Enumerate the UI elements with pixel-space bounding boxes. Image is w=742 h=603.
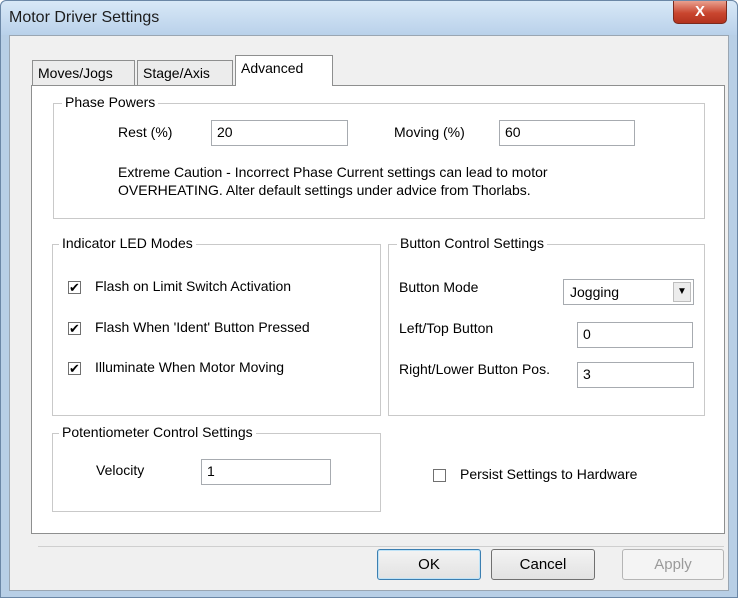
left-top-button-input[interactable]: 0: [577, 322, 693, 348]
flash-limit-checkbox[interactable]: ✔: [68, 281, 81, 294]
illuminate-moving-checkbox[interactable]: ✔: [68, 362, 81, 375]
window-title: Motor Driver Settings: [9, 9, 160, 26]
persist-settings-checkbox[interactable]: [433, 469, 446, 482]
apply-button[interactable]: Apply: [622, 549, 724, 580]
potentiometer-legend: Potentiometer Control Settings: [59, 424, 256, 440]
close-icon: X: [694, 3, 705, 20]
phase-powers-legend: Phase Powers: [62, 94, 159, 110]
illuminate-moving-label: Illuminate When Motor Moving: [95, 359, 285, 375]
tab-moves-jogs[interactable]: Moves/Jogs: [32, 60, 135, 85]
potentiometer-group: Potentiometer Control Settings Velocity …: [52, 424, 381, 512]
moving-input[interactable]: 60: [499, 120, 635, 146]
rest-label: Rest (%): [118, 124, 173, 140]
velocity-input[interactable]: 1: [201, 459, 331, 485]
right-lower-button-input[interactable]: 3: [577, 362, 694, 388]
indicator-led-legend: Indicator LED Modes: [59, 235, 196, 251]
velocity-label: Velocity: [96, 462, 145, 478]
tab-stage-axis[interactable]: Stage/Axis: [137, 60, 233, 85]
indicator-led-group: Indicator LED Modes ✔ Flash on Limit Swi…: [52, 235, 381, 416]
persist-settings-label: Persist Settings to Hardware: [460, 466, 638, 482]
button-separator: [38, 546, 724, 547]
dialog-window: Motor Driver Settings X Moves/Jogs Stage…: [0, 0, 738, 598]
button-control-legend: Button Control Settings: [397, 235, 547, 251]
close-button[interactable]: X: [673, 1, 727, 24]
flash-limit-label: Flash on Limit Switch Activation: [95, 278, 292, 294]
caution-text-line2: OVERHEATING. Alter default settings unde…: [118, 182, 531, 198]
caution-text-line1: Extreme Caution - Incorrect Phase Curren…: [118, 164, 548, 180]
advanced-tab-panel: Phase Powers Rest (%) 20 Moving (%) 60 E…: [31, 85, 725, 534]
title-bar[interactable]: Motor Driver Settings X: [1, 1, 737, 35]
tab-advanced[interactable]: Advanced: [235, 55, 333, 86]
dropdown-arrow-icon[interactable]: ▼: [673, 282, 691, 302]
button-control-group: Button Control Settings Button Mode Jogg…: [388, 235, 705, 416]
ok-button[interactable]: OK: [377, 549, 481, 580]
right-lower-button-label: Right/Lower Button Pos.: [399, 361, 550, 377]
moving-label: Moving (%): [394, 124, 465, 140]
cancel-button[interactable]: Cancel: [491, 549, 595, 580]
button-mode-label: Button Mode: [399, 279, 479, 295]
rest-input[interactable]: 20: [211, 120, 348, 146]
flash-ident-label: Flash When 'Ident' Button Pressed: [95, 319, 310, 335]
phase-powers-group: Phase Powers Rest (%) 20 Moving (%) 60 E…: [53, 94, 705, 219]
dialog-client: Moves/Jogs Stage/Axis Advanced Phase Pow…: [9, 35, 729, 591]
button-mode-value: Jogging: [570, 284, 620, 300]
flash-ident-checkbox[interactable]: ✔: [68, 322, 81, 335]
left-top-button-label: Left/Top Button: [399, 320, 494, 336]
button-mode-select[interactable]: Jogging ▼: [563, 279, 694, 305]
